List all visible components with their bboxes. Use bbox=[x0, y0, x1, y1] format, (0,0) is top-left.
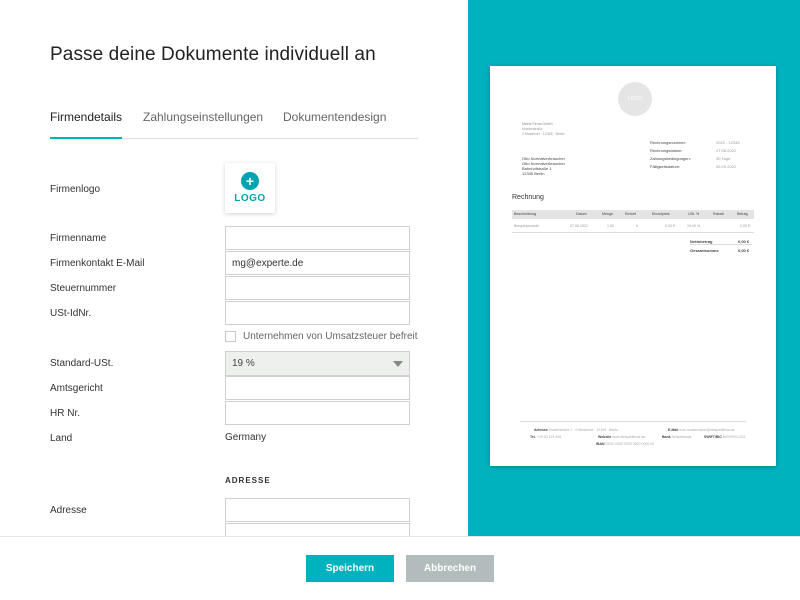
preview-th: Beschreibung bbox=[514, 212, 536, 216]
preview-meta-label: Zahlungsbedingungen: bbox=[650, 156, 691, 161]
tax-number-input[interactable] bbox=[225, 276, 410, 300]
preview-footer-value: +49 30 123 456 bbox=[536, 435, 562, 439]
vat-exempt-checkbox[interactable] bbox=[225, 331, 236, 342]
preview-divider bbox=[690, 244, 752, 245]
vat-exempt-label: Unternehmen von Umsatzsteuer befreit bbox=[243, 331, 418, 342]
company-name-input[interactable] bbox=[225, 226, 410, 250]
preview-meta-label: Rechnungsdatum: bbox=[650, 148, 683, 153]
preview-footer-divider bbox=[520, 421, 746, 422]
tab-dokumentendesign[interactable]: Dokumentendesign bbox=[283, 110, 386, 138]
tab-firmendetails[interactable]: Firmendetails bbox=[50, 110, 123, 139]
preview-logo: LOGO bbox=[618, 82, 652, 116]
page-title: Passe deine Dokumente individuell an bbox=[50, 44, 376, 65]
preview-footer-email: E-Mail max.mustermann@beispielfirma.de bbox=[668, 428, 734, 432]
preview-sender-line2: Musterstraße bbox=[522, 127, 543, 131]
country-label: Land bbox=[50, 433, 73, 444]
preview-td: h bbox=[636, 224, 638, 228]
preview-meta-value: 2022 - 12345 bbox=[716, 140, 740, 145]
preview-th: Menge bbox=[602, 212, 613, 216]
chevron-down-icon bbox=[393, 360, 403, 367]
company-name-label: Firmenname bbox=[50, 233, 107, 244]
preview-td: 27.08.2022 bbox=[570, 224, 588, 228]
preview-th: Betrag bbox=[737, 212, 748, 216]
preview-footer-tel: Tel. +49 30 123 456 bbox=[530, 435, 561, 439]
document-preview: LOGO Meine Firma GmbH Musterstraße 0 Mus… bbox=[490, 66, 776, 466]
address-section-title: ADRESSE bbox=[225, 476, 271, 485]
preview-total-label: Gesamtsumme bbox=[690, 248, 719, 253]
vat-exempt-row: Unternehmen von Umsatzsteuer befreit bbox=[225, 331, 418, 342]
standard-vat-label: Standard-USt. bbox=[50, 358, 114, 369]
save-button[interactable]: Speichern bbox=[306, 555, 394, 582]
preview-td: 0,00 € bbox=[740, 224, 750, 228]
preview-footer-label: IBAN bbox=[596, 442, 605, 446]
logo-label: Firmenlogo bbox=[50, 184, 101, 195]
preview-meta-label: Fälligkeitsdatum: bbox=[650, 164, 681, 169]
preview-td: 0,00 € bbox=[665, 224, 675, 228]
country-value: Germany bbox=[225, 432, 267, 443]
footer-bar: Speichern Abbrechen bbox=[0, 536, 800, 600]
preview-td: Beispielprodukt bbox=[514, 224, 539, 228]
preview-divider bbox=[512, 232, 754, 233]
vat-id-input[interactable] bbox=[225, 301, 410, 325]
email-input[interactable] bbox=[225, 251, 410, 275]
preview-footer-value: BEISPIELXXX bbox=[722, 435, 746, 439]
preview-sender-line3: 0 Musterort · 12345 · Berlin bbox=[522, 132, 565, 136]
preview-footer-address: Adresse Musterstraße 1 · 0 Musterort · 1… bbox=[534, 428, 618, 432]
court-label: Amtsgericht bbox=[50, 383, 103, 394]
preview-footer-label: Tel. bbox=[530, 435, 536, 439]
preview-meta-value: 26.09.2022 bbox=[716, 164, 737, 169]
hr-label: HR Nr. bbox=[50, 408, 80, 419]
preview-footer-label: Bank bbox=[662, 435, 671, 439]
logo-upload-button[interactable]: + LOGO bbox=[225, 163, 275, 213]
preview-footer-value: Beispielbank bbox=[671, 435, 692, 439]
address-label: Adresse bbox=[50, 505, 87, 516]
preview-td: 19,00 % bbox=[687, 224, 701, 228]
logo-upload-text: LOGO bbox=[234, 193, 266, 204]
tax-number-label: Steuernummer bbox=[50, 283, 117, 294]
preview-footer-label: Website bbox=[598, 435, 612, 439]
preview-heading: Rechnung bbox=[512, 194, 544, 201]
preview-meta-value: 27.08.2022 bbox=[716, 148, 737, 153]
standard-vat-value: 19 % bbox=[232, 358, 255, 369]
preview-footer-value: max.mustermann@beispielfirma.de bbox=[679, 428, 735, 432]
standard-vat-select[interactable]: 19 % bbox=[225, 351, 410, 376]
preview-footer-web: Website www.beispielfirma.de bbox=[598, 435, 645, 439]
preview-th: Einheit bbox=[625, 212, 636, 216]
preview-footer-label: Adresse bbox=[534, 428, 548, 432]
preview-footer-label: E-Mail bbox=[668, 428, 679, 432]
address-input-2[interactable] bbox=[225, 523, 410, 536]
preview-footer-value: Musterstraße 1 · 0 Musterort · 12345 · B… bbox=[548, 428, 619, 432]
preview-th: Datum bbox=[576, 212, 587, 216]
cancel-button[interactable]: Abbrechen bbox=[406, 555, 494, 582]
preview-meta-value: 30 Tage bbox=[716, 156, 731, 161]
preview-table-header: Beschreibung Datum Menge Einheit Einzelp… bbox=[512, 210, 754, 219]
preview-panel: LOGO Meine Firma GmbH Musterstraße 0 Mus… bbox=[468, 0, 800, 536]
address-input[interactable] bbox=[225, 498, 410, 522]
email-label: Firmenkontakt E-Mail bbox=[50, 258, 145, 269]
preview-footer-bank: Bank Beispielbank bbox=[662, 435, 691, 439]
vat-id-label: USt-IdNr. bbox=[50, 308, 92, 319]
plus-icon: + bbox=[241, 172, 259, 190]
preview-footer-label: SWIFT/BIC bbox=[704, 435, 722, 439]
preview-th: Einzelpreis bbox=[652, 212, 670, 216]
preview-meta-label: Rechnungsnummer: bbox=[650, 140, 687, 145]
preview-footer-swift: SWIFT/BIC BEISPIELXXX bbox=[704, 435, 745, 439]
preview-th: Rabatt bbox=[713, 212, 724, 216]
preview-total-value: 0,00 € bbox=[738, 248, 750, 253]
tab-bar: Firmendetails Zahlungseinstellungen Doku… bbox=[50, 110, 418, 139]
tab-zahlungseinstellungen[interactable]: Zahlungseinstellungen bbox=[143, 110, 263, 138]
preview-td: 1,00 bbox=[607, 224, 614, 228]
preview-footer-iban: IBAN DE00 0000 0000 0000 0000 00 bbox=[596, 442, 654, 446]
preview-recipient-line: 12345 Berlin bbox=[522, 171, 545, 176]
settings-panel: Passe deine Dokumente individuell an Fir… bbox=[0, 0, 468, 536]
court-input[interactable] bbox=[225, 376, 410, 400]
preview-th: USt. % bbox=[688, 212, 700, 216]
preview-sender-name: Meine Firma GmbH bbox=[522, 122, 553, 126]
preview-footer-value: DE00 0000 0000 0000 0000 00 bbox=[605, 442, 655, 446]
preview-footer-value: www.beispielfirma.de bbox=[612, 435, 646, 439]
hr-input[interactable] bbox=[225, 401, 410, 425]
